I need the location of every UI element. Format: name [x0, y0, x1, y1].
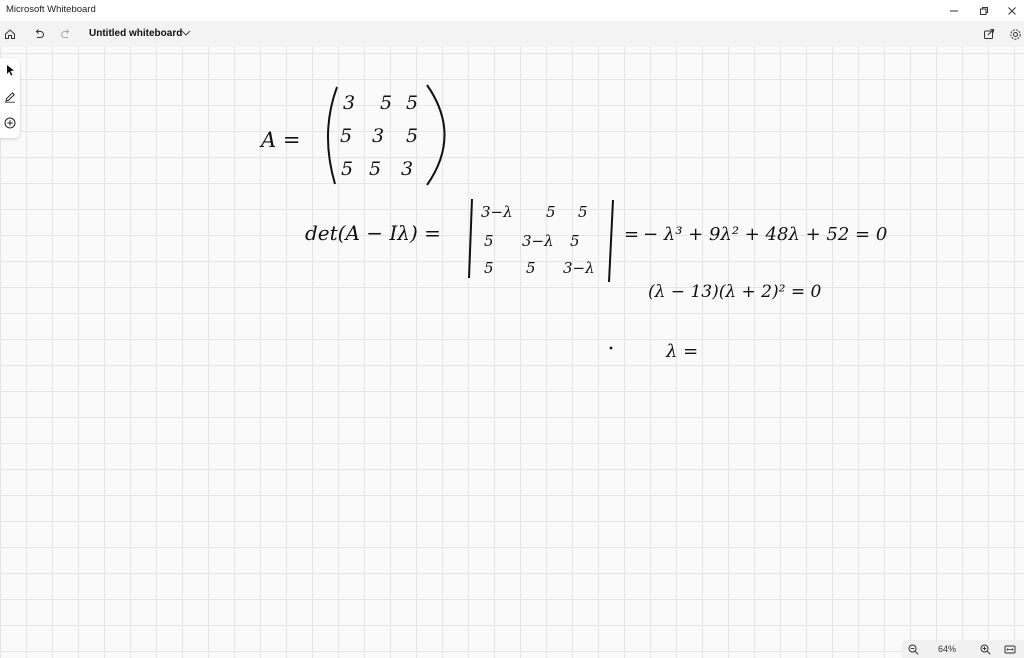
det-label: det(A − Iλ) =: [305, 221, 441, 245]
det-bar-right: [608, 199, 614, 283]
redo-icon: [61, 29, 70, 38]
det-matrix: 3−λ 5 5 5 3−λ 5 5 5 3−λ: [481, 203, 595, 277]
minimize-button[interactable]: [938, 0, 969, 21]
app-toolbar: Untitled whiteboard: [0, 21, 1024, 47]
ink-dot: [609, 346, 613, 350]
matrix-cell: 5: [340, 125, 352, 147]
board-title-dropdown[interactable]: [180, 26, 192, 40]
det-cell: 3−λ: [522, 232, 554, 250]
close-button[interactable]: [996, 0, 1024, 21]
whiteboard-canvas[interactable]: A = 3 5 5 5 3 5 5 5 3 det(A − Iλ) = 3−λ …: [0, 47, 1024, 658]
board-title[interactable]: Untitled whiteboard: [89, 28, 182, 39]
fit-to-screen-icon: [1004, 645, 1016, 653]
det-cell: 5: [546, 203, 556, 221]
chevron-down-icon: [181, 30, 191, 36]
tool-rail: [0, 58, 20, 138]
redo-button[interactable]: [57, 25, 75, 43]
share-icon: [984, 29, 994, 39]
restore-icon: [979, 6, 988, 15]
matrix-A: 3 5 5 5 3 5 5 5 3: [340, 92, 418, 180]
matrix-cell: 5: [380, 92, 392, 114]
matrix-cell: 3: [401, 158, 413, 180]
left-paren: [326, 86, 338, 185]
det-cell: 5: [484, 232, 494, 250]
det-cell: 5: [526, 259, 536, 277]
pointer-icon: [7, 65, 14, 76]
fit-to-screen-button[interactable]: [1003, 642, 1017, 656]
eigenvalue-line: λ =: [665, 341, 698, 362]
zoom-level[interactable]: 64%: [938, 644, 956, 654]
ink-layer: A = 3 5 5 5 3 5 5 5 3 det(A − Iλ) = 3−λ …: [259, 84, 887, 362]
zoom-in-button[interactable]: [978, 642, 992, 656]
gear-icon: [1009, 28, 1021, 40]
det-cell: 3−λ: [563, 259, 595, 277]
minimize-icon: [949, 10, 958, 11]
restore-button[interactable]: [968, 0, 999, 21]
det-cell: 3−λ: [481, 203, 513, 221]
equals-sign: =: [624, 224, 639, 245]
pen-tool[interactable]: [2, 88, 18, 106]
zoom-out-button[interactable]: [906, 642, 920, 656]
matrix-cell: 5: [341, 158, 353, 180]
share-button[interactable]: [980, 25, 998, 43]
home-icon: [5, 29, 15, 39]
select-tool[interactable]: [2, 61, 18, 79]
matrix-cell: 5: [369, 158, 381, 180]
matrix-cell: 5: [406, 125, 418, 147]
zoom-out-icon: [908, 644, 919, 655]
app-title: Microsoft Whiteboard: [6, 4, 96, 15]
undo-icon: [35, 29, 44, 38]
det-cell: 5: [484, 259, 494, 277]
title-bar: Microsoft Whiteboard: [0, 0, 1024, 21]
matrix-label: A =: [259, 128, 300, 152]
add-tool[interactable]: [2, 114, 18, 132]
pen-icon: [5, 92, 15, 103]
det-bar-left: [468, 198, 473, 279]
factored-polynomial: (λ − 13)(λ + 2)² = 0: [648, 282, 821, 302]
characteristic-polynomial: − λ³ + 9λ² + 48λ + 52 = 0: [643, 224, 887, 245]
zoom-in-icon: [980, 644, 991, 655]
undo-button[interactable]: [30, 25, 48, 43]
settings-button[interactable]: [1006, 25, 1024, 43]
matrix-cell: 5: [406, 92, 418, 114]
add-icon: [4, 117, 16, 129]
zoom-controls: 64%: [902, 640, 1024, 658]
close-icon: [1007, 6, 1016, 15]
matrix-cell: 3: [343, 92, 355, 114]
right-paren: [426, 84, 446, 186]
matrix-cell: 3: [372, 125, 384, 147]
det-cell: 5: [578, 203, 588, 221]
det-cell: 5: [570, 232, 580, 250]
home-button[interactable]: [1, 25, 19, 43]
